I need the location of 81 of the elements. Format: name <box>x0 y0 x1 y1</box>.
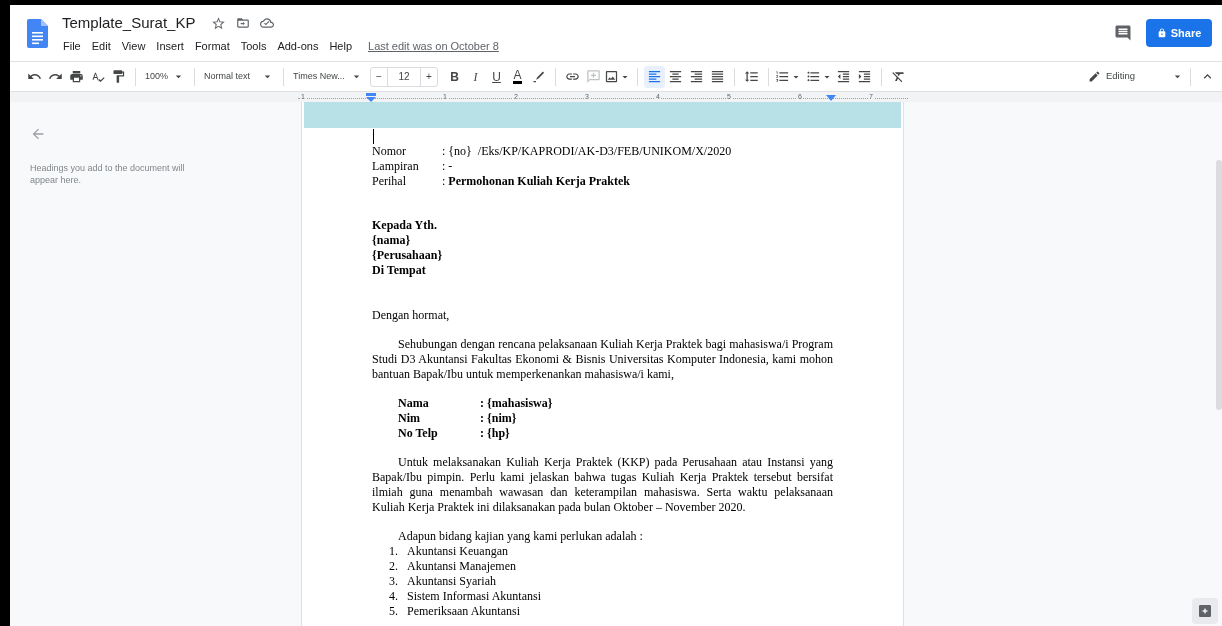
document-title[interactable]: Template_Surat_KP <box>62 12 196 35</box>
clear-formatting-icon[interactable] <box>891 69 906 84</box>
bold-button[interactable]: B <box>444 65 465 88</box>
field-value: : {mahasiswa} <box>480 396 553 411</box>
print-icon[interactable] <box>69 69 84 84</box>
scrollbar-thumb[interactable] <box>1216 160 1222 410</box>
field-value: : {hp} <box>480 426 510 441</box>
align-lines-icon <box>647 69 662 84</box>
recipient-line: Kepada Yth. <box>372 218 438 233</box>
list-number: 4. <box>389 589 399 604</box>
align-lines-icon <box>668 69 683 84</box>
folder-icon[interactable] <box>236 16 251 31</box>
recipient-line: Di Tempat <box>372 263 427 278</box>
field-value: : - <box>442 159 453 174</box>
menu-item[interactable]: Tools <box>239 37 268 54</box>
recipient-line: {Perusahaan} <box>372 248 444 263</box>
list-number: 1. <box>389 544 399 559</box>
list-number: 2. <box>389 559 399 574</box>
increase-size-button[interactable]: + <box>420 67 437 86</box>
marker-icon[interactable] <box>531 69 546 84</box>
paragraph: Sehubungan dengan rencana pelaksanaan Kuliah Kerja Praktek bagi mahasiswa/i Program Studi D3 Akuntansi Fakultas Ekonomi & Bisnis Universitas Komputer Indonesia, kami mohon bantuan Bapak/Ibu untuk memperkenankan mahasiswa/i kami, <box>372 337 833 382</box>
list-item: Pemeriksaan Akuntansi <box>407 604 520 619</box>
paragraph: Untuk melaksanakan Kuliah Kerja Praktek (KKP) pada Perusahaan atau Instansi yang Bapak/Ibu pimpin. Perlu kami jelaskan bahwa tugas Kuliah Kerja Praktek tersebut bersifat ilmiah guna menambah wawasan dan keterampilan mahasiswa. Serta waktu pelaksanaan Kuliah Kerja Praktek ini dilaksanakan pada bulan Oktober – November 2020. <box>372 455 833 515</box>
indent-marker-icon[interactable] <box>366 93 376 102</box>
field-value: : Permohonan Kuliah Kerja Praktek <box>442 174 630 189</box>
text-color-button[interactable]: A <box>507 65 528 88</box>
field-label: No Telp <box>398 426 439 441</box>
field-value: : {nim} <box>480 411 517 426</box>
align-button[interactable] <box>644 65 665 88</box>
image-icon[interactable] <box>604 69 619 84</box>
last-edit-link[interactable]: Last edit was on October 8 <box>368 37 499 54</box>
outline-hint: Headings you add to the document will appear here. <box>30 162 186 186</box>
italic-button[interactable]: I <box>465 65 486 88</box>
list-number: 3. <box>389 574 399 589</box>
docs-logo-icon[interactable] <box>26 18 48 48</box>
list-item: Akuntansi Manajemen <box>407 559 516 574</box>
list-item: Akuntansi Syariah <box>407 574 496 589</box>
list-item: Sistem Informasi Akuntansi <box>407 589 541 604</box>
field-label: Lampiran <box>372 159 420 174</box>
menu-item[interactable]: Help <box>328 37 353 54</box>
star-icon[interactable] <box>211 15 227 31</box>
decrease-size-button[interactable]: − <box>371 67 388 86</box>
field-value: : {no} /Eks/KP/KAPRODI/AK-D3/FEB/UNIKOM/X/2020 <box>442 144 732 159</box>
decrease-indent-icon[interactable] <box>836 69 851 84</box>
zoom-dropdown[interactable]: 100% <box>142 65 188 88</box>
pencil-icon <box>1088 70 1101 83</box>
font-size-control[interactable]: − 12 + <box>370 66 438 87</box>
style-dropdown[interactable]: Normal text <box>201 65 277 88</box>
field-label: Nim <box>398 411 421 426</box>
field-label: Perihal <box>372 174 407 189</box>
align-lines-icon <box>710 69 725 84</box>
comment-icon[interactable] <box>1114 24 1132 42</box>
share-button[interactable]: Share <box>1146 19 1212 47</box>
menu-item[interactable]: Insert <box>155 37 185 54</box>
increase-indent-icon[interactable] <box>857 69 872 84</box>
list-item: Akuntansi Keuangan <box>407 544 508 559</box>
font-dropdown[interactable]: Times New... <box>290 65 366 88</box>
paint-roller-icon[interactable] <box>111 69 126 84</box>
list-intro: Adapun bidang kajian yang kami perlukan adalah : <box>397 529 644 544</box>
greeting: Dengan hormat, <box>372 308 451 323</box>
text-cursor <box>373 129 374 144</box>
menu-item[interactable]: Add-ons <box>276 37 320 54</box>
recipient-line: {nama} <box>372 233 412 248</box>
font-size-field[interactable]: 12 <box>388 69 420 84</box>
explore-icon <box>1197 603 1213 619</box>
lock-icon <box>1156 28 1167 38</box>
list-number: 5. <box>389 604 399 619</box>
explore-button[interactable] <box>1192 598 1218 624</box>
menu-item[interactable]: Edit <box>90 37 112 54</box>
line-spacing-icon[interactable] <box>744 69 759 84</box>
field-label: Nomor <box>372 144 407 159</box>
cloud-icon[interactable] <box>260 16 275 31</box>
underline-button[interactable]: U <box>486 65 507 88</box>
menu-item[interactable]: Format <box>193 37 231 54</box>
mode-dropdown[interactable]: Editing <box>1088 65 1184 88</box>
menu-item[interactable]: File <box>62 37 82 54</box>
align-lines-icon <box>689 69 704 84</box>
numbered-list-icon[interactable] <box>775 69 790 84</box>
bulleted-list-icon[interactable] <box>806 69 821 84</box>
field-label: Nama <box>398 396 430 411</box>
menu-item[interactable]: View <box>120 37 147 54</box>
